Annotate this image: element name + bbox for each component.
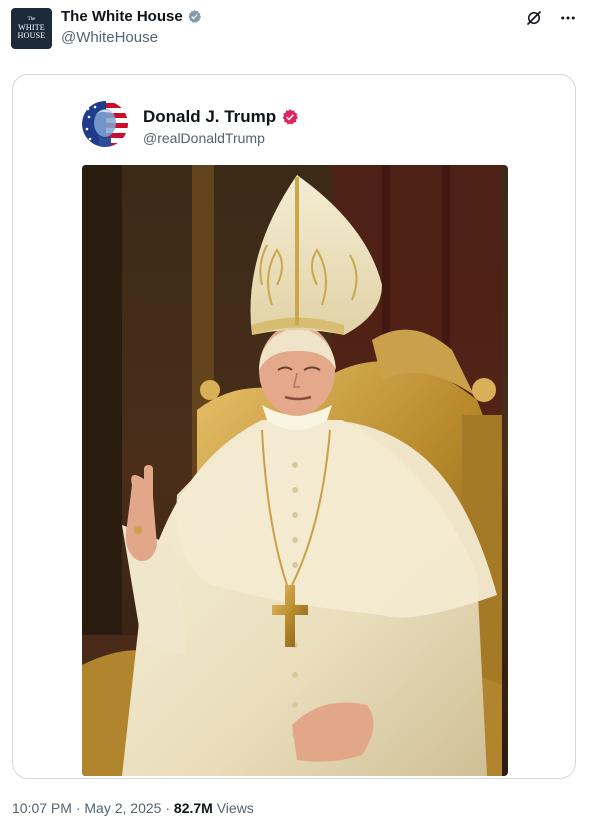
verified-badge-gray-icon [188, 9, 201, 23]
quoted-post-card[interactable]: Donald J. Trump @realDonaldTrump [12, 74, 576, 779]
avatar-text-line2: HOUSE [17, 31, 46, 40]
quoted-author-avatar[interactable] [82, 101, 128, 147]
white-house-avatar[interactable]: The WHITE HOUSE [11, 8, 52, 49]
verified-badge-pink-icon [282, 109, 299, 125]
post-date[interactable]: May 2, 2025 [84, 800, 161, 816]
separator: · [71, 800, 85, 816]
grok-icon[interactable] [524, 8, 544, 28]
more-icon[interactable] [558, 8, 578, 28]
post-time[interactable]: 10:07 PM [12, 800, 72, 816]
quoted-author-name[interactable]: Donald J. Trump [143, 107, 299, 127]
separator: · [161, 800, 174, 816]
author-handle: @WhiteHouse [61, 29, 158, 46]
quoted-author-handle: @realDonaldTrump [143, 130, 265, 146]
views-label: Views [212, 800, 254, 816]
post-image[interactable] [82, 165, 508, 776]
author-name-link[interactable]: The White House [61, 8, 202, 25]
quoted-author-name-text: Donald J. Trump [143, 107, 277, 126]
views-count[interactable]: 82.7M [174, 800, 213, 816]
post-meta: 10:07 PM · May 2, 2025 · 82.7M Views [12, 800, 254, 816]
author-name: The White House [61, 8, 183, 25]
top-actions [524, 8, 578, 28]
